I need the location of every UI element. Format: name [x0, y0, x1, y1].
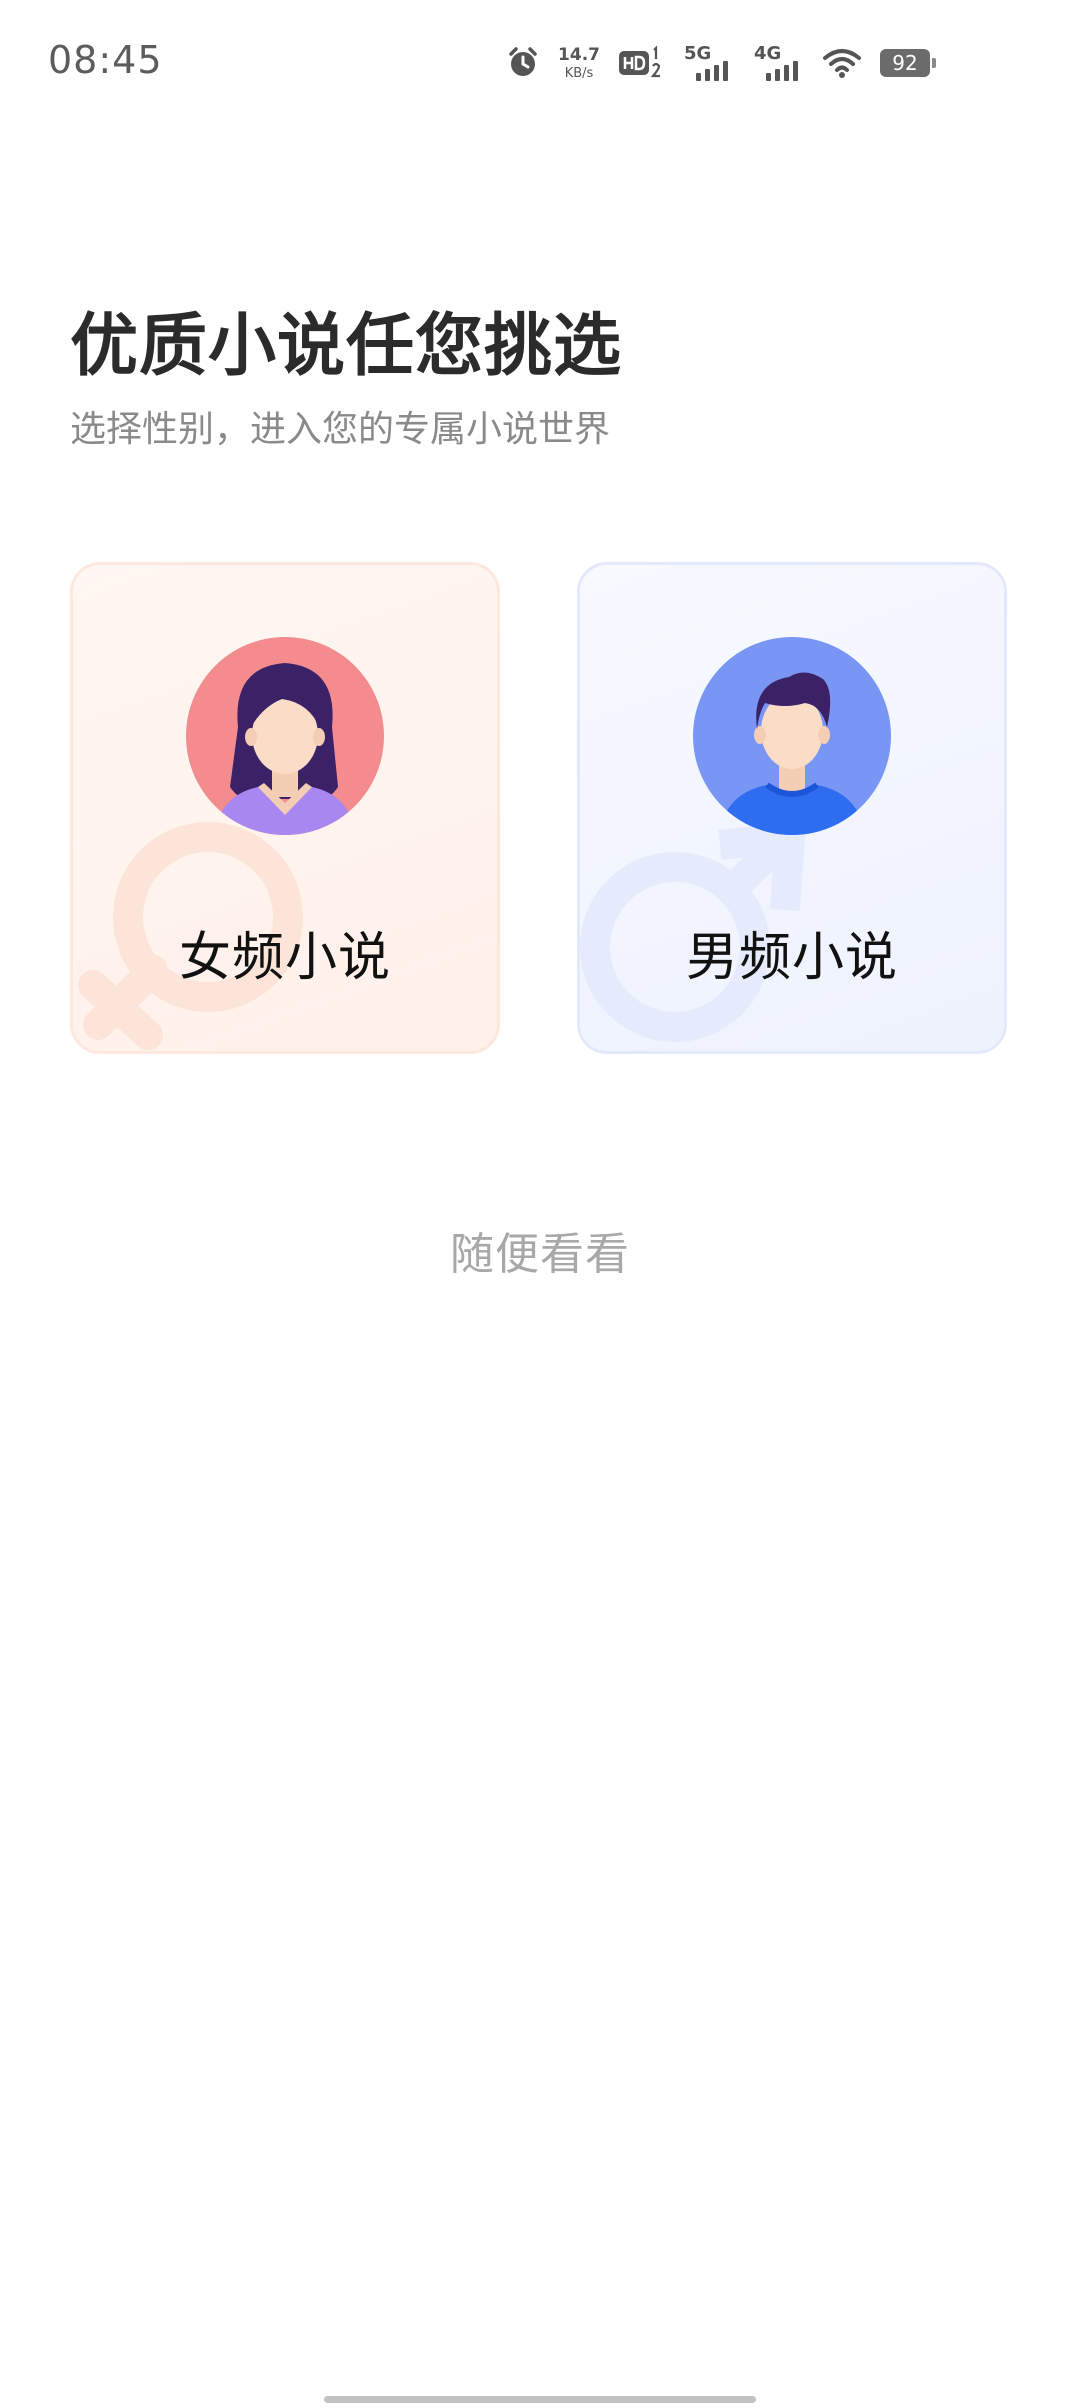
net-speed-unit: KB/s	[564, 65, 594, 81]
status-icons: 14.7 KB/s 5G 4G 92	[506, 40, 936, 86]
male-novel-label: 男频小说	[685, 928, 898, 988]
female-avatar-icon	[186, 637, 384, 835]
female-novel-card[interactable]: 女频小说	[70, 562, 500, 1054]
page-subtitle: 选择性别，进入您的专属小说世界	[70, 409, 611, 450]
female-novel-label: 女频小说	[178, 928, 391, 988]
battery-level: 92	[892, 51, 918, 75]
home-indicator[interactable]	[324, 2396, 756, 2403]
male-avatar-icon	[693, 637, 891, 835]
page-title: 优质小说任您挑选	[70, 307, 623, 386]
status-time: 08:45	[48, 38, 163, 82]
net-speed-value: 14.7	[558, 44, 600, 65]
net-speed: 14.7 KB/s	[558, 44, 600, 81]
battery-icon: 92	[880, 49, 936, 77]
wifi-icon	[823, 49, 861, 78]
signal-5g-icon: 5G	[682, 41, 734, 85]
male-novel-card[interactable]: 男频小说	[577, 562, 1007, 1054]
gender-select-screen: 08:45 14.7 KB/s 5G 4G 92 优质小说任您挑选 选择性别，进…	[0, 0, 1080, 2408]
signal-4g-icon: 4G	[752, 41, 804, 85]
status-bar: 08:45 14.7 KB/s 5G 4G 92	[0, 0, 1080, 120]
hd-icon	[619, 46, 661, 78]
alarm-icon	[509, 47, 537, 76]
browse-casually-button[interactable]: 随便看看	[0, 1218, 1080, 1282]
